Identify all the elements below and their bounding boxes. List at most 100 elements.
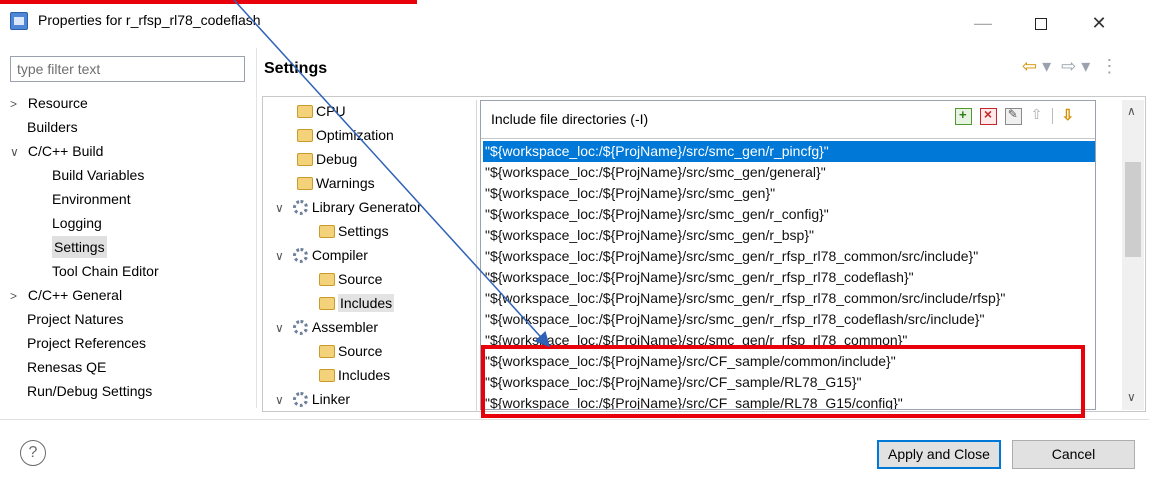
- include-row[interactable]: "${workspace_loc:/${ProjName}/src/smc_ge…: [483, 204, 1095, 225]
- nav-toolbar: ⇦ ▾ ⇨ ▾ ⋮: [1022, 56, 1123, 77]
- sidebar-item-label: Environment: [52, 191, 131, 207]
- sidebar-item[interactable]: Build Variables: [52, 164, 144, 186]
- window-title: Properties for r_rfsp_rl78_codeflash: [38, 12, 261, 28]
- back-menu-icon[interactable]: ▾: [1042, 56, 1051, 76]
- tool-tree-item[interactable]: ∨ Compiler: [275, 244, 368, 266]
- sidebar-item-label: Tool Chain Editor: [52, 263, 159, 279]
- tool-tree-label: Linker: [311, 391, 351, 407]
- folder-icon: [319, 225, 335, 238]
- twisty-icon[interactable]: >: [10, 93, 24, 115]
- twisty-icon[interactable]: >: [10, 285, 24, 307]
- tool-tree-label: Source: [338, 343, 383, 359]
- include-row[interactable]: "${workspace_loc:/${ProjName}/src/smc_ge…: [483, 162, 1095, 183]
- add-icon[interactable]: [955, 107, 972, 125]
- sidebar-item-label: Run/Debug Settings: [27, 383, 153, 399]
- sidebar-item[interactable]: > C/C++ General: [10, 284, 122, 306]
- folder-icon: [319, 369, 335, 382]
- twisty-icon[interactable]: ∨: [10, 141, 24, 163]
- include-row[interactable]: "${workspace_loc:/${ProjName}/src/smc_ge…: [483, 141, 1095, 162]
- tool-tree-item[interactable]: Source: [319, 268, 382, 290]
- filter-input[interactable]: [11, 57, 244, 81]
- sidebar-item[interactable]: Renesas QE: [27, 356, 106, 378]
- sidebar-item[interactable]: Settings: [52, 236, 107, 258]
- tool-tree-item[interactable]: Optimization: [297, 124, 394, 146]
- scrollbar[interactable]: ∧ ∨: [1122, 100, 1144, 410]
- tool-tree-label: Assembler: [311, 319, 379, 335]
- cancel-button[interactable]: Cancel: [1012, 440, 1135, 469]
- scroll-thumb[interactable]: [1125, 162, 1141, 257]
- tool-tree-label: Settings: [338, 223, 389, 239]
- title-bar: Properties for r_rfsp_rl78_codeflash — ✕: [0, 0, 1149, 46]
- tool-tree-label: CPU: [316, 103, 346, 119]
- minimize-button[interactable]: —: [960, 8, 1006, 38]
- tool-tree-label: Optimization: [316, 127, 394, 143]
- help-icon[interactable]: ?: [20, 440, 46, 466]
- tool-gear-icon: [292, 200, 308, 215]
- move-up-icon[interactable]: [1030, 106, 1044, 125]
- forward-menu-icon[interactable]: ▾: [1081, 56, 1090, 76]
- back-icon[interactable]: ⇦: [1022, 56, 1037, 76]
- include-row[interactable]: "${workspace_loc:/${ProjName}/src/smc_ge…: [483, 246, 1095, 267]
- twisty-icon[interactable]: ∨: [275, 197, 289, 219]
- include-row[interactable]: "${workspace_loc:/${ProjName}/src/smc_ge…: [483, 225, 1095, 246]
- tool-tree-item[interactable]: ∨ Assembler: [275, 316, 378, 338]
- include-row[interactable]: "${workspace_loc:/${ProjName}/src/smc_ge…: [483, 309, 1095, 330]
- tool-tree-item[interactable]: Debug: [297, 148, 357, 170]
- tool-tree-label: Library Generator: [311, 199, 422, 215]
- include-row[interactable]: "${workspace_loc:/${ProjName}/src/smc_ge…: [483, 183, 1095, 204]
- sidebar-item-label: Build Variables: [52, 167, 145, 183]
- twisty-icon[interactable]: ∨: [275, 389, 289, 411]
- include-row[interactable]: "${workspace_loc:/${ProjName}/src/smc_ge…: [483, 288, 1095, 309]
- sidebar-item-label: Builders: [27, 119, 78, 135]
- highlight-box: [481, 345, 1085, 418]
- include-row[interactable]: "${workspace_loc:/${ProjName}/src/smc_ge…: [483, 267, 1095, 288]
- tool-tree-label: Debug: [316, 151, 358, 167]
- divider: [476, 100, 477, 412]
- sidebar-item[interactable]: Builders: [27, 116, 78, 138]
- tool-tree-item[interactable]: ∨ Linker: [275, 388, 350, 410]
- twisty-icon[interactable]: ∨: [275, 317, 289, 339]
- sidebar-item[interactable]: Logging: [52, 212, 102, 234]
- sidebar-item[interactable]: Project References: [27, 332, 146, 354]
- sidebar-item-label: Renesas QE: [27, 359, 107, 375]
- sidebar-item[interactable]: Run/Debug Settings: [27, 380, 152, 402]
- more-icon[interactable]: ⋮: [1100, 56, 1118, 76]
- scroll-up-icon[interactable]: ∧: [1127, 104, 1136, 118]
- tool-gear-icon: [292, 392, 308, 407]
- folder-icon: [297, 177, 313, 190]
- splitter[interactable]: [256, 48, 257, 408]
- folder-icon: [297, 153, 313, 166]
- edit-icon[interactable]: [1004, 107, 1022, 125]
- sidebar-item[interactable]: ∨ C/C++ Build: [10, 140, 103, 162]
- forward-icon[interactable]: ⇨: [1061, 56, 1076, 76]
- app-icon: [10, 12, 28, 30]
- sidebar-item[interactable]: Project Natures: [27, 308, 123, 330]
- include-title: Include file directories (-I): [491, 111, 649, 127]
- twisty-icon[interactable]: ∨: [275, 245, 289, 267]
- tool-tree-label: Includes: [338, 367, 391, 383]
- tool-tree-item[interactable]: Warnings: [297, 172, 375, 194]
- sidebar-item[interactable]: Environment: [52, 188, 131, 210]
- move-down-icon[interactable]: [1060, 106, 1074, 125]
- toolbar-separator: [1051, 108, 1053, 124]
- tool-settings-tree: CPU Optimization Debug Warnings ∨ Library Ge…: [275, 100, 475, 412]
- close-button[interactable]: ✕: [1076, 8, 1122, 38]
- tool-tree-item[interactable]: CPU: [297, 100, 346, 122]
- maximize-button[interactable]: [1018, 8, 1064, 38]
- tool-tree-item[interactable]: ∨ Library Generator: [275, 196, 422, 218]
- apply-and-close-button[interactable]: Apply and Close: [877, 440, 1001, 469]
- folder-icon: [319, 345, 335, 358]
- tool-tree-item[interactable]: Settings: [319, 220, 389, 242]
- tool-tree-item[interactable]: Includes: [319, 364, 390, 386]
- annotation-top-bar: [0, 0, 417, 4]
- include-header: Include file directories (-I): [481, 101, 1095, 139]
- scroll-down-icon[interactable]: ∨: [1127, 390, 1136, 404]
- folder-icon: [297, 129, 313, 142]
- sidebar-item[interactable]: Tool Chain Editor: [52, 260, 159, 282]
- sidebar-item[interactable]: > Resource: [10, 92, 88, 114]
- delete-icon[interactable]: [979, 106, 997, 125]
- footer-divider: [0, 419, 1149, 420]
- tool-tree-item[interactable]: Source: [319, 340, 382, 362]
- tool-tree-item[interactable]: Includes: [319, 292, 395, 314]
- filter-field[interactable]: [10, 56, 245, 82]
